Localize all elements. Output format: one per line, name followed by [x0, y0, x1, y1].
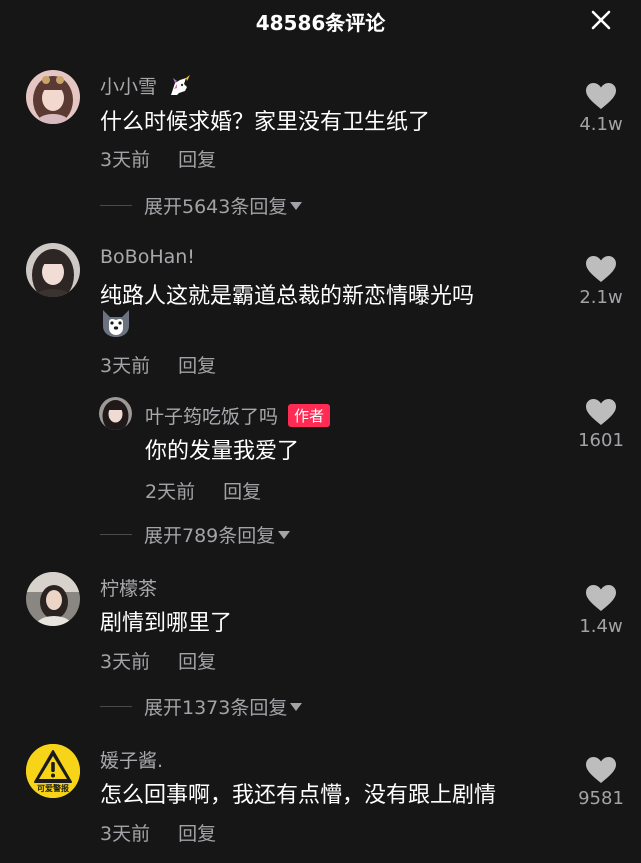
comment-username[interactable]: 柠檬茶 [100, 574, 157, 601]
avatar[interactable]: 可爱警报 [26, 744, 80, 798]
like-button[interactable]: 9581 [570, 756, 632, 809]
chevron-down-icon [278, 530, 291, 539]
reply-time: 2天前 [145, 481, 196, 503]
comment-text: 纯路人这就是霸道总裁的新恋情曝光吗 [100, 284, 475, 309]
reply-username[interactable]: 叶子筠吃饭了吗 作者 [145, 402, 331, 429]
like-count: 9581 [578, 788, 624, 809]
avatar[interactable] [26, 70, 80, 124]
comment-time: 3天前 [100, 823, 151, 845]
avatar[interactable] [99, 397, 132, 430]
comment-text: 怎么回事啊，我还有点懵，没有跟上剧情 [100, 783, 497, 808]
comments-header: 48586条评论 [0, 0, 641, 40]
like-button[interactable]: 1601 [570, 398, 632, 451]
heart-icon [586, 757, 616, 783]
like-button[interactable]: 1.4w [570, 584, 632, 637]
unicorn-emoji-icon [171, 75, 191, 95]
reply-button[interactable]: 回复 [178, 149, 216, 171]
like-count: 1601 [578, 430, 624, 451]
expand-replies-button[interactable]: 展开5643条回复 [100, 192, 303, 218]
chevron-down-icon [290, 201, 303, 210]
close-icon [591, 10, 611, 30]
avatar-caption: 可爱警报 [37, 784, 69, 793]
comment-text: 剧情到哪里了 [100, 611, 233, 636]
reply-button[interactable]: 回复 [178, 651, 216, 673]
heart-icon [586, 399, 616, 425]
like-count: 1.4w [579, 616, 623, 637]
comment-time: 3天前 [100, 149, 151, 171]
comment-username[interactable]: BoBoHan! [100, 246, 195, 268]
comment-meta: 3天前 回复 [100, 145, 216, 172]
expand-replies-button[interactable]: 展开1373条回复 [100, 693, 303, 719]
comment-meta: 3天前 回复 [100, 351, 216, 378]
comment-username[interactable]: 媛子酱. [100, 746, 163, 773]
expand-replies-button[interactable]: 展开789条回复 [100, 521, 291, 547]
reply-meta: 2天前 回复 [145, 477, 261, 504]
like-button[interactable]: 2.1w [570, 255, 632, 308]
avatar[interactable] [26, 243, 80, 297]
chevron-down-icon [290, 702, 303, 711]
comment-count-title: 48586条评论 [255, 11, 386, 35]
reply-button[interactable]: 回复 [178, 823, 216, 845]
heart-icon [586, 256, 616, 282]
close-button[interactable] [590, 9, 612, 31]
reply-button[interactable]: 回复 [178, 355, 216, 377]
like-count: 2.1w [579, 287, 623, 308]
author-badge: 作者 [288, 404, 331, 427]
reply-button[interactable]: 回复 [223, 481, 261, 503]
comment-text: 什么时候求婚？家里没有卫生纸了 [100, 110, 431, 135]
like-count: 4.1w [579, 114, 623, 135]
husky-emoji-icon [100, 308, 132, 342]
like-button[interactable]: 4.1w [570, 82, 632, 135]
comment-time: 3天前 [100, 355, 151, 377]
heart-icon [586, 585, 616, 611]
comment-username[interactable]: 小小雪 [100, 72, 191, 99]
comment-time: 3天前 [100, 651, 151, 673]
avatar[interactable] [26, 572, 80, 626]
heart-icon [586, 83, 616, 109]
comment-meta: 3天前 回复 [100, 819, 216, 846]
reply-text: 你的发量我爱了 [145, 439, 300, 464]
comment-meta: 3天前 回复 [100, 647, 216, 674]
